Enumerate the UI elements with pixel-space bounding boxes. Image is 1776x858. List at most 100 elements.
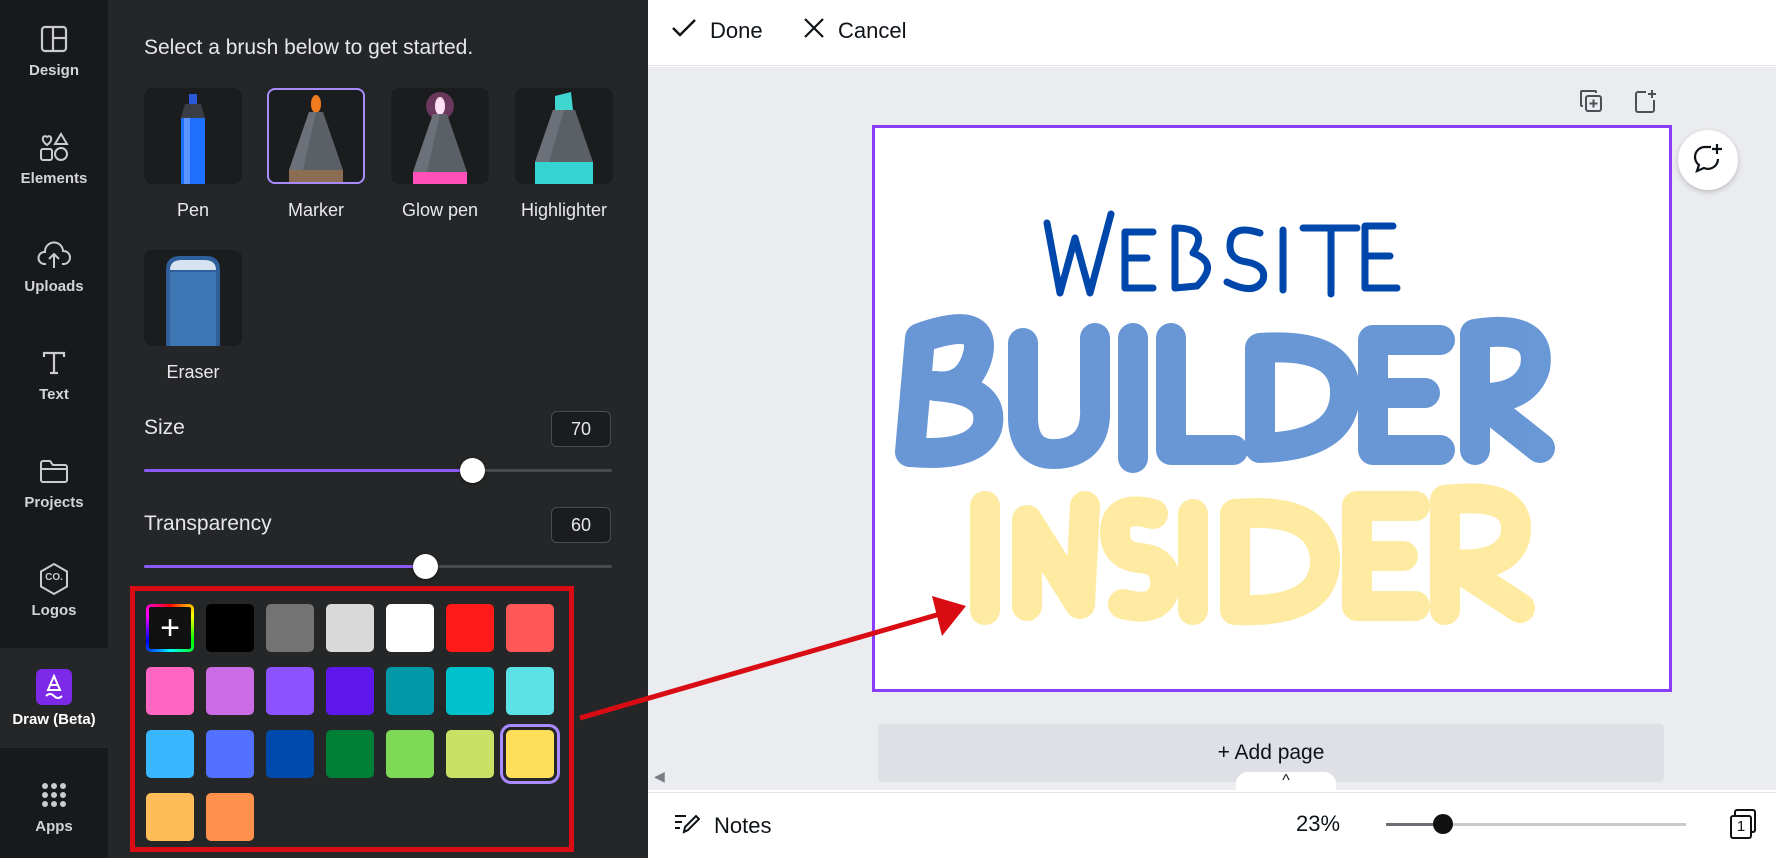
transparency-label: Transparency [144,512,272,535]
color-swatch[interactable] [506,667,554,715]
left-rail: Design Elements Uploads Text Projects CO… [0,0,108,858]
color-swatch[interactable] [266,667,314,715]
glow-pen-brush-icon [391,88,489,184]
color-swatch[interactable] [446,730,494,778]
color-swatch[interactable] [446,667,494,715]
app-root: Design Elements Uploads Text Projects CO… [0,0,1776,858]
rail-label-elements: Elements [20,169,88,187]
rail-label-draw: Draw (Beta) [12,710,96,728]
marker-brush-icon [267,88,365,184]
drawing-layer [895,210,1555,626]
close-icon [802,16,826,46]
add-color-button[interactable]: + [146,604,194,652]
add-comment-button[interactable] [1678,130,1738,190]
zoom-level: 23% [1296,811,1341,836]
color-swatch[interactable] [446,604,494,652]
transparency-value-input[interactable]: 60 [551,507,611,543]
color-swatch[interactable] [146,730,194,778]
color-swatch[interactable] [266,730,314,778]
rail-item-uploads[interactable]: Uploads [0,216,108,316]
color-swatch[interactable] [146,793,194,841]
color-swatch[interactable] [146,667,194,715]
rail-label-text: Text [39,385,69,403]
brush-pen[interactable]: Pen [144,88,242,221]
layout-icon [37,22,71,56]
color-swatch[interactable] [206,604,254,652]
panel-title: Select a brush below to get started. [144,36,474,59]
rail-item-draw[interactable]: Draw (Beta) [0,648,108,748]
rail-label-projects: Projects [24,493,84,511]
design-page[interactable] [872,125,1672,692]
rail-item-logos[interactable]: CO. Logos [0,540,108,640]
expand-pages-button[interactable]: ^ [1236,772,1336,794]
done-button[interactable]: Done [670,16,763,46]
transparency-slider[interactable] [144,554,612,579]
scroll-left-icon[interactable]: ◀ [654,768,665,785]
color-swatch[interactable] [266,604,314,652]
chevron-up-icon: ^ [1282,772,1290,789]
rail-label-design: Design [28,61,79,79]
zoom-slider-thumb[interactable] [1433,814,1453,834]
rail-label-apps: Apps [35,817,73,835]
brush-glow-pen[interactable]: Glow pen [391,88,489,221]
duplicate-page-icon[interactable] [1578,88,1604,114]
brush-label-eraser: Eraser [166,362,220,382]
notes-icon [672,811,701,841]
page-count: 1 [1730,815,1752,839]
rail-label-uploads: Uploads [24,277,84,295]
rail-item-text[interactable]: Text [0,324,108,424]
color-swatch[interactable] [326,730,374,778]
size-value-input[interactable]: 70 [551,411,611,447]
brush-label-marker: Marker [287,200,344,220]
page-count-button[interactable]: 1 [1724,807,1756,841]
apps-grid-icon [37,778,71,812]
brush-highlighter[interactable]: Highlighter [515,88,613,221]
folder-icon [37,454,71,488]
color-swatch[interactable] [506,604,554,652]
done-label: Done [710,18,763,43]
notes-button[interactable]: Notes [672,811,771,841]
text-icon [37,346,71,380]
size-slider[interactable] [144,458,612,483]
top-bar: Done Cancel [648,0,1776,66]
color-swatch[interactable] [326,604,374,652]
color-swatch[interactable] [500,724,560,784]
draw-icon [36,668,72,705]
rail-item-design[interactable]: Design [0,0,108,100]
color-swatch[interactable] [206,667,254,715]
rail-label-logos: Logos [31,601,77,619]
bottom-bar: Notes 23% 1 [648,792,1776,858]
transparency-slider-thumb[interactable] [412,554,438,579]
color-swatch[interactable] [386,730,434,778]
color-swatch[interactable] [386,604,434,652]
transparency-slider-fill [144,565,425,568]
comment-plus-icon [1691,141,1725,180]
notes-label: Notes [714,813,772,838]
zoom-slider[interactable] [1386,814,1686,834]
logo-badge-text: CO. [45,571,63,583]
rail-item-apps[interactable]: Apps [0,756,108,856]
cloud-upload-icon [37,238,71,272]
color-swatch[interactable] [386,667,434,715]
shapes-icon [37,130,71,164]
brush-label-pen: Pen [176,200,210,220]
rail-item-projects[interactable]: Projects [0,432,108,532]
size-label: Size [144,416,185,439]
rail-item-elements[interactable]: Elements [0,108,108,208]
brush-label-glow-pen: Glow pen [401,200,479,220]
brush-eraser[interactable]: Eraser [144,250,242,383]
brush-marker[interactable]: Marker [267,88,365,221]
pen-brush-icon [144,88,242,184]
highlighter-brush-icon [515,88,613,184]
size-slider-fill [144,469,472,472]
color-swatch[interactable] [206,793,254,841]
cancel-button[interactable]: Cancel [802,16,906,46]
add-page-icon[interactable] [1632,88,1658,114]
cancel-label: Cancel [838,18,907,43]
size-slider-thumb[interactable] [459,458,485,483]
eraser-brush-icon [144,250,242,346]
brush-label-highlighter: Highlighter [520,200,608,220]
color-swatch[interactable] [326,667,374,715]
check-icon [670,16,698,46]
color-swatch[interactable] [206,730,254,778]
